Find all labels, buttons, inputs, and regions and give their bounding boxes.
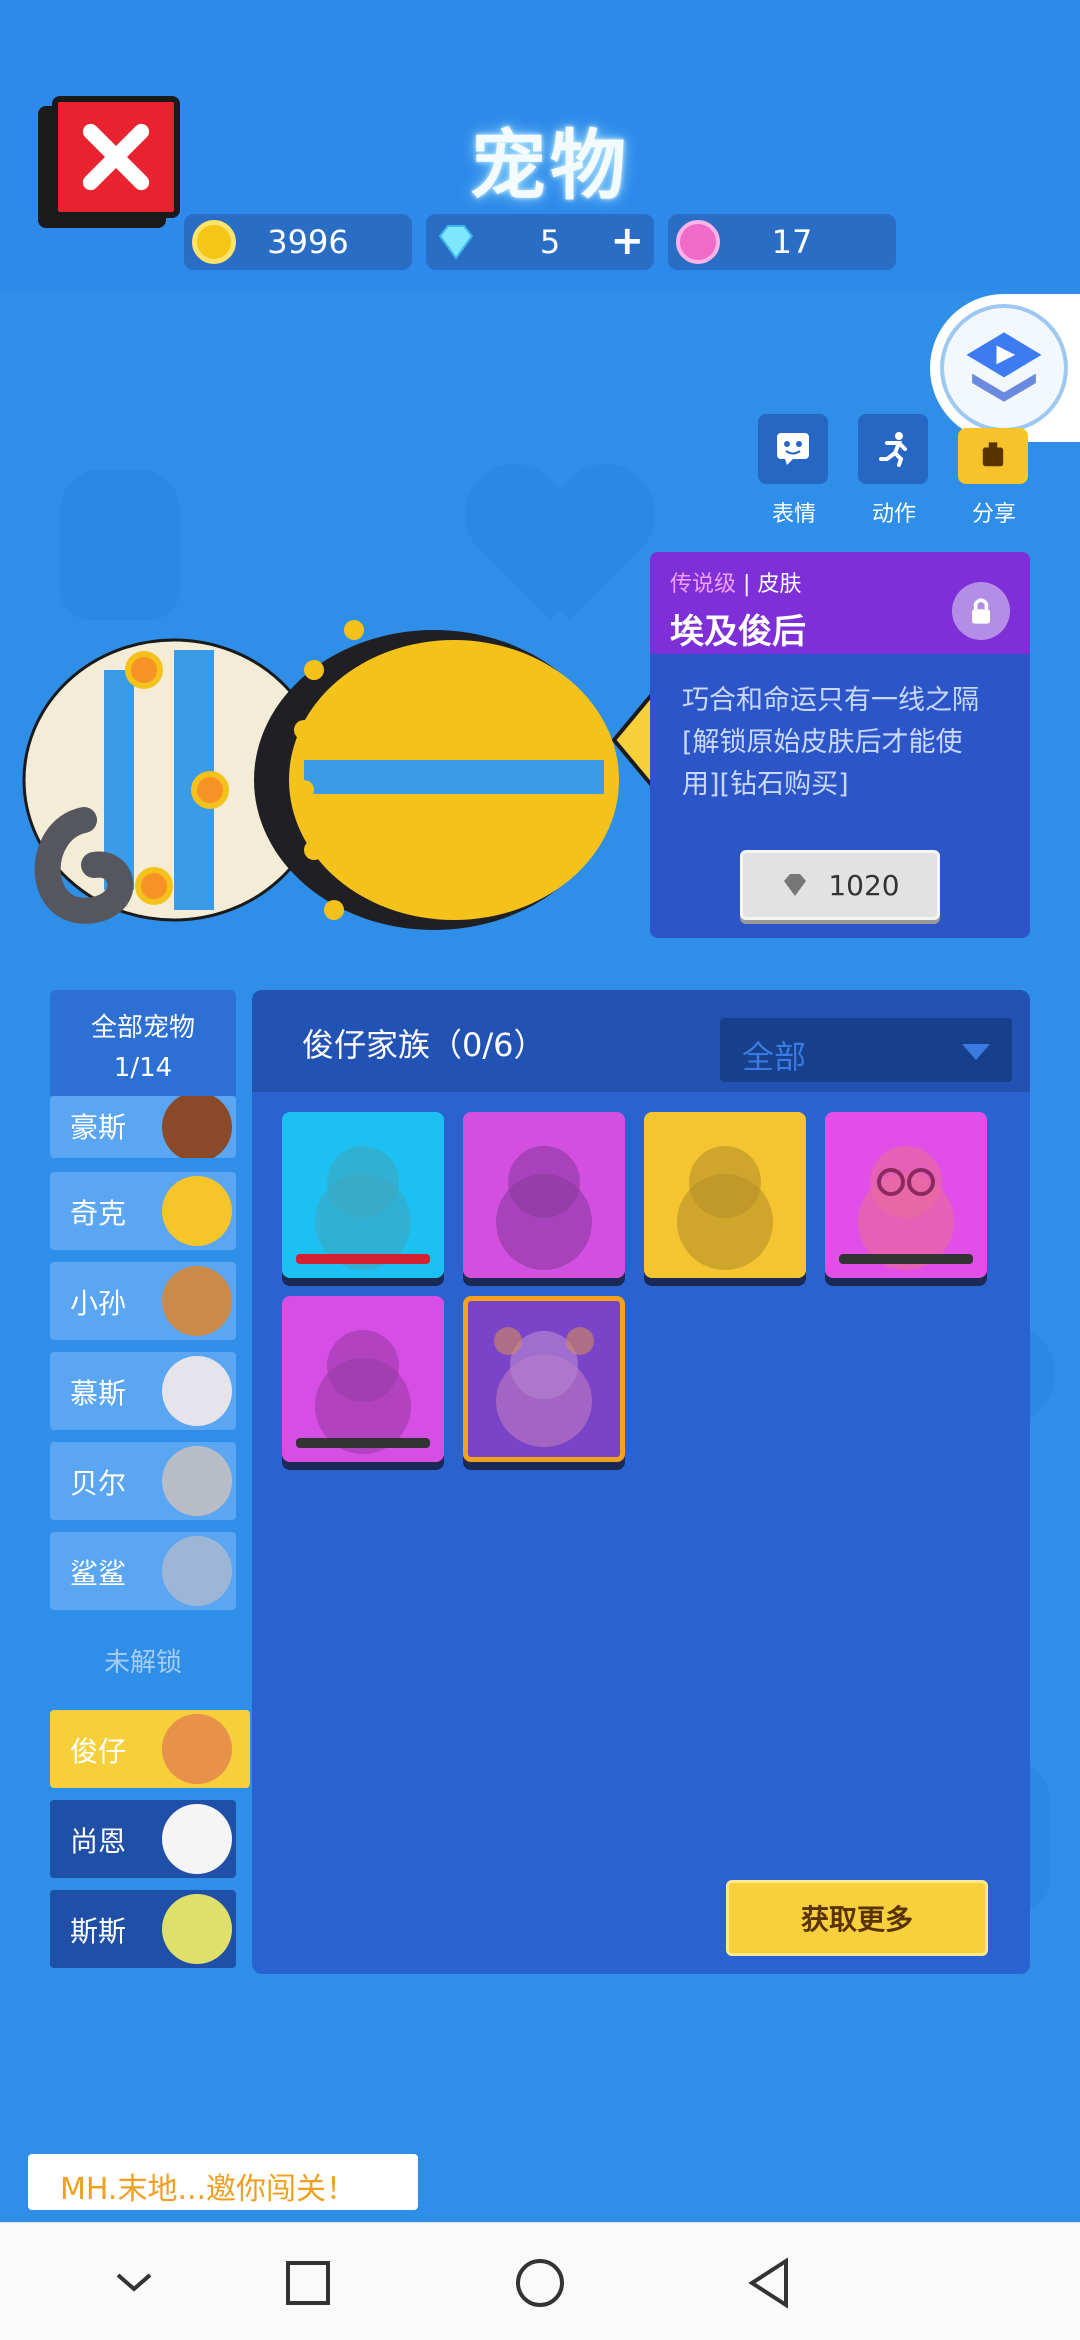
all-pets-label: 全部宠物 <box>90 1013 195 1043</box>
golden-shiba-skin-icon <box>677 1146 773 1270</box>
close-icon <box>82 123 150 191</box>
shiba-pet-icon <box>162 1714 232 1784</box>
sidebar-item-locked[interactable]: 斯斯 <box>50 1890 236 1968</box>
sidebar-item-label: 鲨鲨 <box>70 1557 127 1590</box>
filter-value: 全部 <box>742 1038 807 1076</box>
sidebar-item-label: 豪斯 <box>70 1111 127 1144</box>
skin-card-item[interactable] <box>644 1112 806 1278</box>
snake-pet-icon <box>162 1894 232 1964</box>
mouse-pet-icon <box>162 1356 232 1426</box>
diamond-icon <box>438 225 474 260</box>
egyptian-queen-skin-icon <box>494 1327 594 1447</box>
get-more-button[interactable]: 获取更多 <box>726 1880 988 1956</box>
skin-progress-bar <box>296 1438 430 1448</box>
skin-price: 1020 <box>828 868 900 902</box>
sidebar-item-pet[interactable]: 慕斯 <box>50 1352 236 1430</box>
top-bar: 宠物 3996 5 + 17 <box>0 0 1080 290</box>
skin-description: 巧合和命运只有一线之隔[解锁原始皮肤后才能使用][钻石购买] <box>682 685 979 800</box>
share-label: 分享 <box>971 502 1016 527</box>
sidebar-item-pet[interactable]: 豪斯 <box>50 1096 236 1158</box>
buy-skin-button[interactable]: 1020 <box>740 850 940 920</box>
sidebar-item-label: 斯斯 <box>70 1915 127 1948</box>
chevron-down-icon[interactable] <box>104 2253 164 2313</box>
diamond-value: 5 <box>539 223 561 261</box>
invite-toast[interactable]: MH.末地...邀你闯关！ <box>28 2154 418 2210</box>
sidebar-item-label: 奇克 <box>70 1197 127 1230</box>
skin-card-item[interactable] <box>463 1112 625 1278</box>
skin-progress-bar <box>296 1254 430 1264</box>
motion-label: 动作 <box>871 502 916 527</box>
skin-rarity: 传说级 <box>670 572 737 597</box>
sidebar-item-label: 俊仔 <box>70 1735 127 1768</box>
sidebar-item-pet[interactable]: 小孙 <box>50 1262 236 1340</box>
skin-family-panel: 俊仔家族（0/6） 全部 获取更多 <box>252 990 1030 1974</box>
skin-progress-bar <box>839 1254 973 1264</box>
lock-icon <box>952 582 1010 640</box>
horse-pet-icon <box>162 1096 232 1158</box>
chevron-down-icon <box>962 1044 990 1060</box>
sheep-pet-icon <box>162 1804 232 1874</box>
add-diamonds-button[interactable]: + <box>610 218 644 264</box>
emote-label: 表情 <box>771 502 816 527</box>
close-button[interactable] <box>52 96 180 218</box>
sidebar-item-selected[interactable]: 俊仔 <box>50 1710 250 1788</box>
gem-counter: 17 <box>668 214 896 270</box>
gem-value: 17 <box>771 223 813 261</box>
skin-info-card: 传说级 | 皮肤 埃及俊后 巧合和命运只有一线之隔[解锁原始皮肤后才能使用][钻… <box>650 552 1030 938</box>
diamond-icon <box>784 874 807 896</box>
seal-pet-icon <box>162 1446 232 1516</box>
ninja-skin-icon <box>496 1146 592 1270</box>
diamond-counter: 5 + <box>426 214 654 270</box>
sidebar-item-pet[interactable]: 鲨鲨 <box>50 1532 236 1610</box>
family-title: 俊仔家族（0/6） <box>302 1026 546 1064</box>
sidebar-item-pet[interactable]: 贝尔 <box>50 1442 236 1520</box>
coin-counter: 3996 <box>184 214 412 270</box>
emote-button[interactable]: 表情 <box>758 414 830 528</box>
emote-icon <box>777 433 809 465</box>
lotus-gem-icon <box>676 220 720 264</box>
sidebar-item-locked[interactable]: 尚恩 <box>50 1800 236 1878</box>
running-icon <box>879 432 907 467</box>
all-pets-count: 1/14 <box>113 1053 173 1083</box>
skin-card-item[interactable] <box>282 1296 444 1462</box>
back-triangle-icon[interactable] <box>740 2253 800 2313</box>
page-title: 宠物 <box>470 121 630 210</box>
system-navigation-bar <box>0 2222 1080 2340</box>
sidebar-item-label: 小孙 <box>70 1287 127 1320</box>
play-icon <box>966 332 1042 402</box>
coin-icon <box>192 220 236 264</box>
shark-pet-icon <box>162 1536 232 1606</box>
share-button[interactable]: 分享 <box>958 414 1030 528</box>
filter-dropdown[interactable]: 全部 <box>720 1018 1012 1082</box>
skin-card-item[interactable] <box>825 1112 987 1278</box>
sidebar-item-pet[interactable]: 奇克 <box>50 1172 236 1250</box>
sidebar-item-label: 慕斯 <box>70 1377 127 1410</box>
sidebar-item-label: 贝尔 <box>70 1467 127 1500</box>
skin-type: 皮肤 <box>757 572 802 597</box>
all-pets-tab[interactable]: 全部宠物 1/14 <box>50 990 236 1096</box>
locked-section-label: 未解锁 <box>103 1648 182 1678</box>
share-icon <box>982 442 1004 467</box>
chick-pet-icon <box>162 1176 232 1246</box>
sidebar-item-label: 尚恩 <box>70 1825 127 1858</box>
monkey-pet-icon <box>162 1266 232 1336</box>
skin-card-item[interactable] <box>282 1112 444 1278</box>
recents-square-icon[interactable] <box>278 2253 338 2313</box>
pet-category-sidebar: 全部宠物 1/14 豪斯 奇克 小孙 慕斯 贝尔 鲨鲨 <box>50 990 236 1610</box>
home-circle-icon[interactable] <box>510 2253 570 2313</box>
pet-skin-preview <box>22 620 666 930</box>
skin-card-selected[interactable] <box>463 1296 625 1462</box>
coin-value: 3996 <box>267 223 349 261</box>
motion-button[interactable]: 动作 <box>858 414 930 528</box>
